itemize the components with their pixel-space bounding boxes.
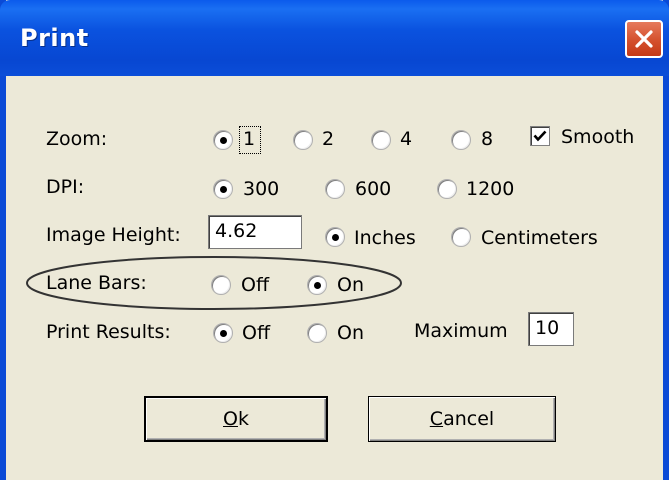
maximum-input[interactable]: 10 xyxy=(528,312,574,346)
image-height-input[interactable]: 4.62 xyxy=(208,215,302,249)
zoom-8-label[interactable]: 8 xyxy=(481,128,493,150)
inches-label[interactable]: Inches xyxy=(354,227,416,249)
zoom-1-label[interactable]: 1 xyxy=(243,128,255,150)
dialog-title: Print xyxy=(20,24,89,52)
dpi-300-label[interactable]: 300 xyxy=(243,178,279,200)
dpi-label: DPI: xyxy=(46,176,85,198)
close-icon xyxy=(635,30,653,48)
centimeters-radio[interactable] xyxy=(451,227,471,247)
lane-bars-label: Lane Bars: xyxy=(46,272,147,294)
zoom-label: Zoom: xyxy=(46,128,108,150)
inches-radio[interactable] xyxy=(325,227,345,247)
dpi-600-radio[interactable] xyxy=(325,179,345,199)
ok-button[interactable]: Ok xyxy=(144,396,328,442)
title-bar[interactable]: Print xyxy=(0,0,669,76)
lane-bars-on-radio[interactable] xyxy=(307,275,327,295)
zoom-2-label[interactable]: 2 xyxy=(322,128,334,150)
smooth-label[interactable]: Smooth xyxy=(561,126,634,148)
dpi-600-label[interactable]: 600 xyxy=(355,178,391,200)
dpi-1200-label[interactable]: 1200 xyxy=(466,178,514,200)
print-results-label: Print Results: xyxy=(46,321,171,343)
image-height-label: Image Height: xyxy=(46,224,181,246)
lane-bars-off-label[interactable]: Off xyxy=(241,274,269,296)
lane-bars-on-label[interactable]: On xyxy=(337,274,364,296)
print-results-off-label[interactable]: Off xyxy=(242,322,270,344)
centimeters-label[interactable]: Centimeters xyxy=(481,227,598,249)
dpi-300-radio[interactable] xyxy=(213,179,233,199)
smooth-checkbox[interactable] xyxy=(530,126,550,146)
dpi-1200-radio[interactable] xyxy=(437,179,457,199)
lane-bars-off-radio[interactable] xyxy=(211,275,231,295)
print-results-off-radio[interactable] xyxy=(213,323,233,343)
zoom-4-radio[interactable] xyxy=(371,130,391,150)
zoom-4-label[interactable]: 4 xyxy=(400,128,412,150)
close-button[interactable] xyxy=(625,20,663,58)
check-icon xyxy=(533,130,547,142)
maximum-label: Maximum xyxy=(414,320,508,342)
print-results-on-radio[interactable] xyxy=(307,323,327,343)
print-results-on-label[interactable]: On xyxy=(337,322,364,344)
zoom-8-radio[interactable] xyxy=(451,130,471,150)
cancel-button[interactable]: Cancel xyxy=(368,396,556,442)
zoom-1-radio[interactable] xyxy=(213,130,233,150)
zoom-2-radio[interactable] xyxy=(293,130,313,150)
